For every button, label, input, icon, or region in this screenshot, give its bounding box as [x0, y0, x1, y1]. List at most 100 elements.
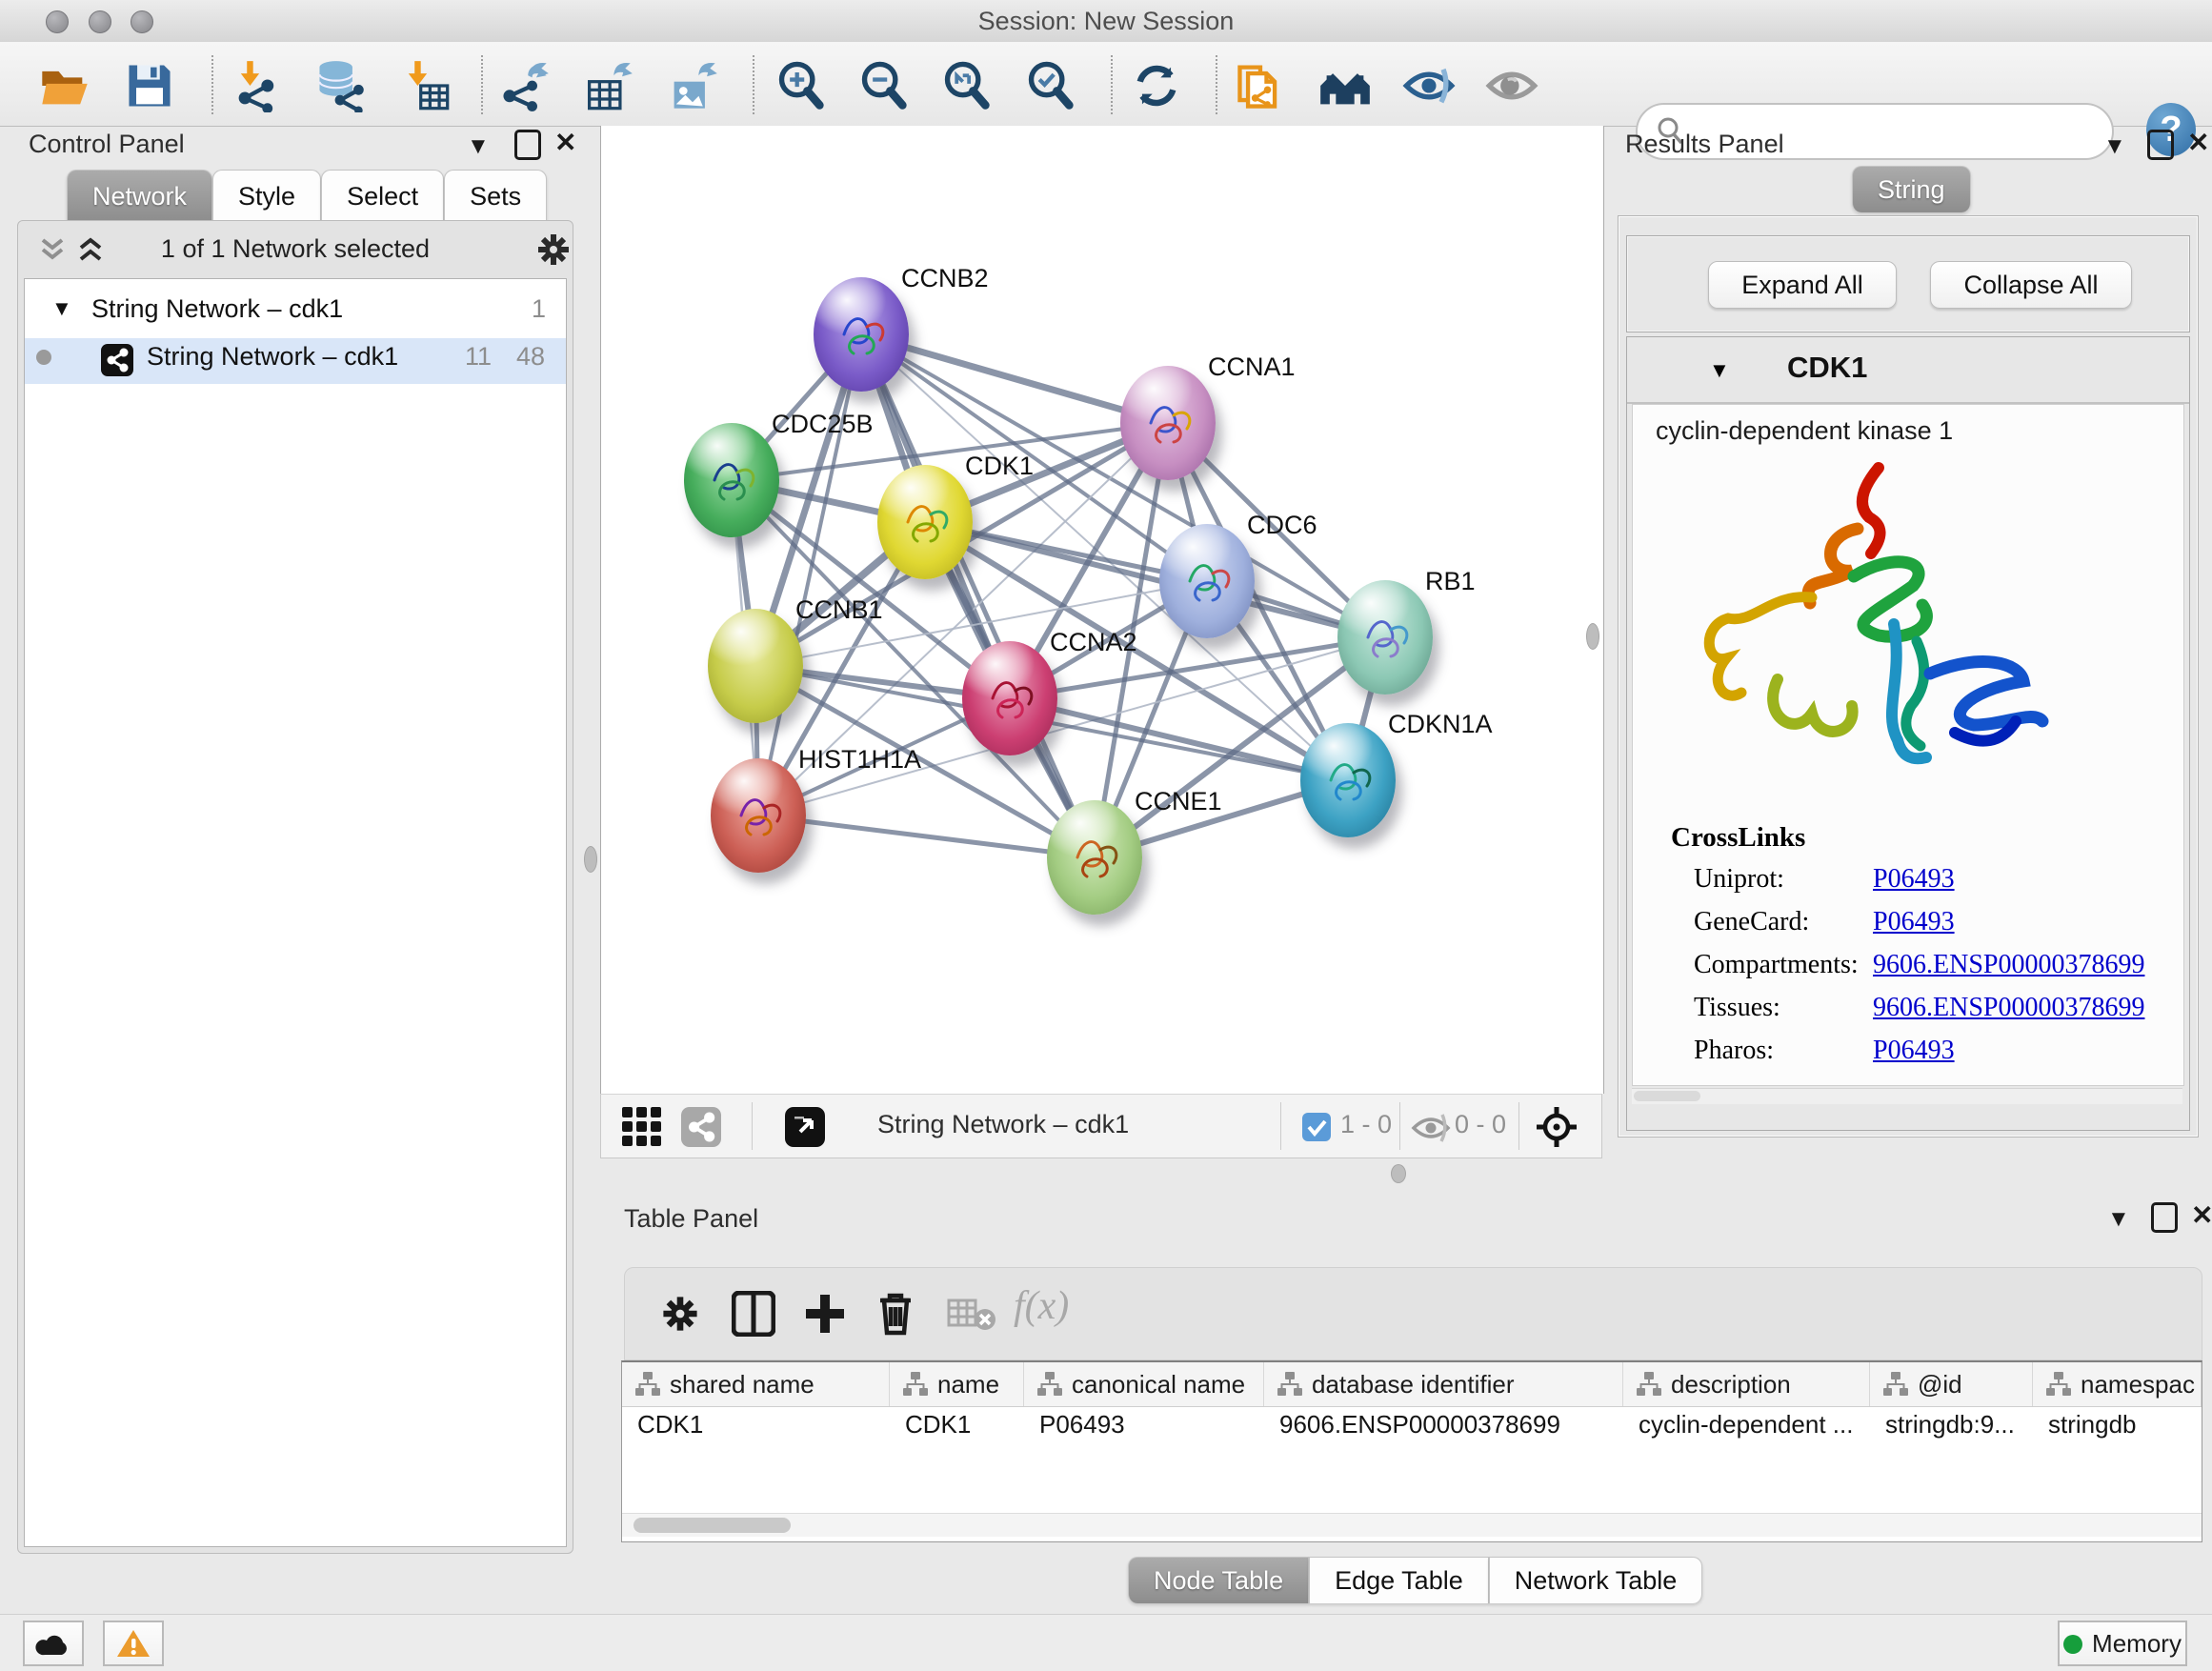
- show-all-icon[interactable]: [1485, 59, 1538, 112]
- gene-section-header[interactable]: ▼ CDK1: [1627, 337, 2189, 404]
- network-node-cdc6[interactable]: [1159, 524, 1255, 638]
- network-node-ccna2[interactable]: [962, 641, 1057, 755]
- tab-network[interactable]: Network: [67, 170, 212, 222]
- network-node-count: 11: [465, 342, 492, 372]
- panel-float-icon[interactable]: [2147, 130, 2174, 160]
- delete-column-trash-icon[interactable]: [875, 1289, 916, 1337]
- import-database-icon[interactable]: [313, 59, 367, 112]
- table-cell[interactable]: CDK1: [905, 1410, 1020, 1439]
- network-node-cdkn1a[interactable]: [1300, 723, 1396, 837]
- birdseye-view-icon[interactable]: [785, 1107, 825, 1147]
- table-horizontal-scrollbar[interactable]: [622, 1513, 2202, 1537]
- gear-icon[interactable]: [534, 231, 573, 269]
- table-cell[interactable]: stringdb:9...: [1885, 1410, 2029, 1439]
- import-network-icon[interactable]: [231, 59, 284, 112]
- tab-select[interactable]: Select: [321, 170, 444, 222]
- toolbar-separator: [1111, 55, 1113, 114]
- table-cell[interactable]: cyclin-dependent ...: [1639, 1410, 1866, 1439]
- table-cell[interactable]: CDK1: [637, 1410, 886, 1439]
- results-horizontal-scrollbar[interactable]: [1632, 1088, 2182, 1104]
- export-image-icon[interactable]: [666, 59, 719, 112]
- network-row[interactable]: String Network – cdk1 11 48: [25, 338, 566, 384]
- open-session-icon[interactable]: [38, 59, 91, 112]
- network-node-cdc25b[interactable]: [684, 423, 779, 537]
- crosslink-link[interactable]: 9606.ENSP00000378699: [1873, 950, 2144, 980]
- column-header-shared-name[interactable]: shared name: [622, 1362, 890, 1406]
- column-header--id[interactable]: @id: [1870, 1362, 2033, 1406]
- tab-string[interactable]: String: [1852, 166, 1971, 212]
- tab-style[interactable]: Style: [212, 170, 321, 222]
- show-columns-icon[interactable]: [732, 1291, 775, 1337]
- delete-table-icon[interactable]: [947, 1297, 996, 1331]
- import-table-icon[interactable]: [398, 59, 452, 112]
- export-table-icon[interactable]: [581, 59, 634, 112]
- tab-node-table[interactable]: Node Table: [1128, 1557, 1309, 1603]
- table-panel: Table Panel ▼ ✕ f(x) shared namenamecano…: [600, 1164, 2212, 1553]
- network-node-ccnb1[interactable]: [708, 609, 803, 723]
- table-settings-gear-icon[interactable]: [659, 1293, 701, 1335]
- tab-edge-table[interactable]: Edge Table: [1309, 1557, 1489, 1603]
- crosslink-link[interactable]: P06493: [1873, 864, 1955, 895]
- add-column-icon[interactable]: [802, 1291, 848, 1337]
- network-node-hist1h1a[interactable]: [711, 758, 806, 873]
- zoom-in-icon[interactable]: [774, 59, 828, 112]
- column-header-description[interactable]: description: [1623, 1362, 1870, 1406]
- panel-close-icon[interactable]: ✕: [554, 131, 576, 154]
- network-view[interactable]: CCNB2CCNA1CDC25BCDK1CDC6RB1CCNB1CCNA2CDK…: [600, 126, 1604, 1094]
- crosslink-link[interactable]: P06493: [1873, 907, 1955, 937]
- results-panel-title: Results Panel: [1625, 130, 1784, 159]
- zoom-fit-icon[interactable]: [940, 59, 994, 112]
- network-share-view-icon[interactable]: [680, 1107, 722, 1147]
- control-panel: Control Panel ▼ ✕ NetworkStyleSelectSets…: [10, 128, 579, 1553]
- panel-float-icon[interactable]: [514, 130, 541, 160]
- zoom-out-icon[interactable]: [857, 59, 911, 112]
- panel-menu-icon[interactable]: ▼: [467, 135, 490, 158]
- panel-menu-icon[interactable]: ▼: [2107, 1208, 2130, 1231]
- crosslink-link[interactable]: 9606.ENSP00000378699: [1873, 993, 2144, 1023]
- network-status-dot-icon: [36, 350, 51, 365]
- protein-structure-thumbnail: [893, 488, 957, 560]
- panel-menu-icon[interactable]: ▼: [2103, 135, 2126, 158]
- panel-close-icon[interactable]: ✕: [2191, 1204, 2212, 1227]
- network-node-cdk1[interactable]: [877, 465, 973, 579]
- warning-button[interactable]: [103, 1621, 164, 1666]
- save-session-icon[interactable]: [123, 59, 176, 112]
- tab-sets[interactable]: Sets: [444, 170, 547, 222]
- network-node-rb1[interactable]: [1337, 580, 1433, 695]
- expand-all-button[interactable]: Expand All: [1708, 261, 1897, 309]
- vertical-splitter-handle[interactable]: [1586, 623, 1599, 650]
- panel-close-icon[interactable]: ✕: [2187, 131, 2209, 154]
- string-home-icon[interactable]: [1318, 59, 1372, 112]
- fit-selected-crosshair-icon[interactable]: [1535, 1105, 1579, 1149]
- function-builder-icon[interactable]: f(x): [1014, 1283, 1069, 1329]
- vertical-splitter-handle[interactable]: [584, 846, 597, 873]
- collection-expander-icon[interactable]: ▼: [51, 296, 72, 321]
- network-node-ccnb2[interactable]: [814, 277, 909, 392]
- network-node-ccna1[interactable]: [1120, 366, 1216, 480]
- hide-selected-icon[interactable]: [1402, 59, 1456, 112]
- export-network-icon[interactable]: [497, 59, 551, 112]
- refresh-icon[interactable]: [1130, 59, 1183, 112]
- grid-view-icon[interactable]: [622, 1107, 664, 1147]
- column-header-namespac[interactable]: namespac: [2033, 1362, 2202, 1406]
- network-collection-row[interactable]: ▼ String Network – cdk1 1: [25, 291, 566, 336]
- cloud-button[interactable]: [23, 1621, 84, 1666]
- panel-float-icon[interactable]: [2151, 1202, 2178, 1233]
- column-header-name[interactable]: name: [890, 1362, 1024, 1406]
- tab-network-table[interactable]: Network Table: [1489, 1557, 1703, 1603]
- gene-expander-icon[interactable]: ▼: [1709, 358, 1730, 383]
- node-label-ccna1: CCNA1: [1208, 352, 1296, 382]
- memory-button[interactable]: Memory: [2058, 1621, 2187, 1666]
- collapse-all-button[interactable]: Collapse All: [1930, 261, 2132, 309]
- zoom-selected-icon[interactable]: [1024, 59, 1077, 112]
- table-cell[interactable]: stringdb: [2048, 1410, 2198, 1439]
- selected-checkbox-icon[interactable]: [1302, 1113, 1331, 1141]
- table-cell[interactable]: 9606.ENSP00000378699: [1279, 1410, 1619, 1439]
- network-node-ccne1[interactable]: [1047, 800, 1142, 915]
- crosslink-link[interactable]: P06493: [1873, 1036, 1955, 1066]
- table-cell[interactable]: P06493: [1039, 1410, 1260, 1439]
- column-header-canonical-name[interactable]: canonical name: [1024, 1362, 1264, 1406]
- clone-network-icon[interactable]: [1234, 59, 1287, 112]
- network-edge-count: 48: [516, 342, 545, 372]
- column-header-database-identifier[interactable]: database identifier: [1264, 1362, 1623, 1406]
